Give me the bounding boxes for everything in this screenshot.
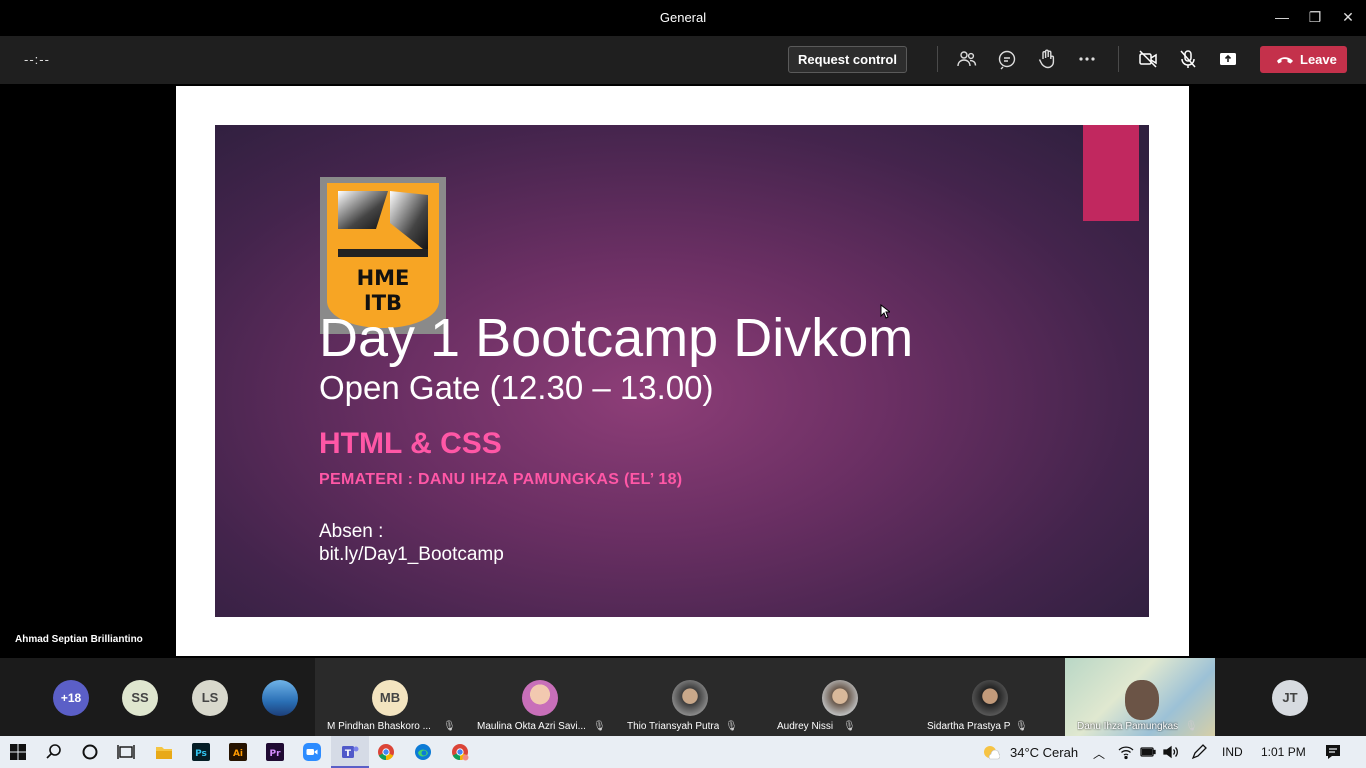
phone-hangup-icon xyxy=(1277,57,1293,64)
teams-taskbar-button[interactable]: T xyxy=(331,736,369,768)
presenter-name: Ahmad Septian Brilliantino xyxy=(15,634,143,645)
mic-muted-icon: 🎙 xyxy=(443,721,456,732)
mouse-cursor-icon xyxy=(880,303,892,324)
participant-name: Danu Ihza Pamungkas xyxy=(1077,721,1179,732)
svg-text:T: T xyxy=(345,749,352,759)
svg-text:Ps: Ps xyxy=(195,749,207,759)
participant-avatar: MB xyxy=(372,680,408,716)
photoshop-icon[interactable]: Ps xyxy=(192,743,210,761)
chat-icon[interactable] xyxy=(996,48,1020,72)
slide-title: Day 1 Bootcamp Divkom xyxy=(319,308,914,368)
wifi-icon[interactable] xyxy=(1117,743,1135,761)
slide-accent-bar xyxy=(1083,125,1139,221)
zoom-icon[interactable] xyxy=(303,743,321,761)
mic-muted-icon: 🎙 xyxy=(843,721,856,732)
edge-icon[interactable] xyxy=(414,743,432,761)
notifications-icon[interactable] xyxy=(1324,743,1342,761)
participant-avatar-photo xyxy=(522,680,558,716)
search-icon[interactable] xyxy=(45,743,63,761)
restore-button[interactable]: ❐ xyxy=(1303,6,1327,28)
participant-tile[interactable]: Audrey Nissi 🎙 xyxy=(765,658,915,736)
participant-video-tile[interactable]: Danu Ihza Pamungkas 🎙 xyxy=(1065,658,1215,736)
participant-tile[interactable]: Maulina Okta Azri Savi... 🎙 xyxy=(465,658,615,736)
leave-label: Leave xyxy=(1300,52,1337,67)
participant-avatar-photo xyxy=(972,680,1008,716)
chrome-profile-icon[interactable] xyxy=(451,743,469,761)
file-explorer-icon[interactable] xyxy=(155,743,173,761)
title-bar: General — ❐ ✕ xyxy=(0,0,1366,36)
language-indicator[interactable]: IND xyxy=(1222,745,1243,759)
close-button[interactable]: ✕ xyxy=(1336,6,1360,28)
svg-text:Ai: Ai xyxy=(233,749,243,759)
participant-strip: +18 SS LS MB M Pindhan Bhaskoro ... 🎙 Ma… xyxy=(0,658,1366,736)
window-title: General xyxy=(659,10,707,25)
participant-tile[interactable]: Sidartha Prastya P 🎙 xyxy=(915,658,1065,736)
leave-button[interactable]: Leave xyxy=(1260,46,1347,73)
mic-muted-icon: 🎙 xyxy=(1015,721,1028,732)
volume-icon[interactable] xyxy=(1161,743,1179,761)
slide-absen-label: Absen : xyxy=(319,521,384,542)
svg-text:Pr: Pr xyxy=(269,749,281,759)
camera-off-icon[interactable] xyxy=(1137,48,1161,72)
meeting-timer: --:-- xyxy=(24,52,50,67)
participant-avatar[interactable]: SS xyxy=(122,680,158,716)
mic-off-icon[interactable] xyxy=(1177,48,1201,72)
people-icon[interactable] xyxy=(956,48,980,72)
start-icon[interactable] xyxy=(9,743,27,761)
presentation-slide: HME ITB Day 1 Bootcamp Divkom Open Gate … xyxy=(215,125,1149,617)
participant-avatar-photo xyxy=(672,680,708,716)
premiere-icon[interactable]: Pr xyxy=(266,743,284,761)
chrome-icon[interactable] xyxy=(377,743,395,761)
request-control-button[interactable]: Request control xyxy=(788,46,907,73)
participant-avatar[interactable]: LS xyxy=(192,680,228,716)
pen-icon[interactable] xyxy=(1190,743,1208,761)
share-screen-icon[interactable] xyxy=(1217,48,1241,72)
shared-screen-stage: HME ITB Day 1 Bootcamp Divkom Open Gate … xyxy=(0,84,1366,658)
mic-muted-icon: 🎙 xyxy=(1185,721,1198,732)
more-participants-button[interactable]: +18 xyxy=(53,680,89,716)
cortana-icon[interactable] xyxy=(81,743,99,761)
participant-name: M Pindhan Bhaskoro ... xyxy=(327,721,431,732)
participant-avatar[interactable]: JT xyxy=(1272,680,1308,716)
battery-icon[interactable] xyxy=(1139,743,1157,761)
participant-name: Maulina Okta Azri Savi... xyxy=(477,721,586,732)
slide-speaker: PEMATERI : DANU IHZA PAMUNGKAS (EL’ 18) xyxy=(319,471,683,488)
participant-avatar-photo xyxy=(822,680,858,716)
toolbar-divider xyxy=(937,46,938,72)
participant-avatar-photo[interactable] xyxy=(262,680,298,716)
more-options-icon[interactable] xyxy=(1076,48,1100,72)
slide-topic: HTML & CSS xyxy=(319,427,502,460)
teams-icon: T xyxy=(341,743,359,761)
raise-hand-icon[interactable] xyxy=(1036,48,1060,72)
tray-chevron-icon[interactable]: ︿ xyxy=(1093,745,1105,762)
toolbar-divider xyxy=(1118,46,1119,72)
slide-subtitle: Open Gate (12.30 – 13.00) xyxy=(319,369,714,406)
participant-video-figure xyxy=(1125,680,1159,720)
logo-text-hme: HME xyxy=(357,266,410,290)
windows-taskbar: Ps Ai Pr T 34°C Cerah ︿ IND 1:01 PM xyxy=(0,736,1366,768)
minimize-button[interactable]: — xyxy=(1270,6,1294,28)
mic-muted-icon: 🎙 xyxy=(725,721,738,732)
task-view-icon[interactable] xyxy=(117,743,135,761)
mic-muted-icon: 🎙 xyxy=(593,721,606,732)
participant-name: Sidartha Prastya P xyxy=(927,721,1011,732)
participant-name: Thio Triansyah Putra xyxy=(627,721,720,732)
slide-frame: HME ITB Day 1 Bootcamp Divkom Open Gate … xyxy=(176,86,1189,656)
clock[interactable]: 1:01 PM xyxy=(1261,745,1306,759)
weather-sun-icon[interactable] xyxy=(982,743,1001,761)
weather-text[interactable]: 34°C Cerah xyxy=(1010,745,1078,760)
illustrator-icon[interactable]: Ai xyxy=(229,743,247,761)
meeting-toolbar: --:-- Request control Leave xyxy=(0,36,1366,84)
participant-tile[interactable]: MB M Pindhan Bhaskoro ... 🎙 xyxy=(315,658,465,736)
participant-tile[interactable]: Thio Triansyah Putra 🎙 xyxy=(615,658,765,736)
participant-name: Audrey Nissi xyxy=(777,721,834,732)
slide-absen-link: bit.ly/Day1_Bootcamp xyxy=(319,544,504,565)
